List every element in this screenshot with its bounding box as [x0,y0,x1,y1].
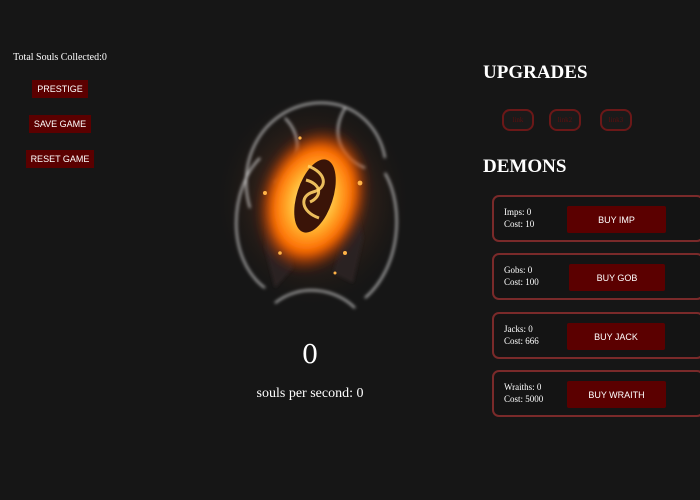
sps-value: 0 [356,386,364,401]
demon-info: Imps: 0 Cost: 10 [504,206,534,230]
demon-card-wraith: Wraiths: 0 Cost: 5000 BUY WRAITH [492,370,700,417]
demon-cost: Cost: 10 [504,219,535,229]
soul-orb-icon [213,90,413,310]
demon-cost: Cost: 100 [504,277,539,287]
buy-jack-button[interactable]: BUY JACK [567,323,665,350]
total-souls-value: 0 [101,52,107,63]
upgrade-link-2-button[interactable]: link2 [549,109,581,131]
sps-label: souls per second: [256,386,357,401]
total-souls-label: Total Souls Collected: [13,52,102,63]
demon-owned: Gobs: 0 [504,265,533,275]
soul-orb-button[interactable] [205,88,420,318]
demon-cost: Cost: 5000 [504,394,544,404]
buy-imp-button[interactable]: BUY IMP [567,206,666,233]
upgrade-link-3-button[interactable]: link3 [600,109,632,131]
total-souls-collected: Total Souls Collected:0 [13,52,107,63]
demon-owned: Jacks: 0 [504,324,533,334]
demon-owned: Imps: 0 [504,207,532,217]
demon-owned: Wraiths: 0 [504,382,542,392]
demon-card-imp: Imps: 0 Cost: 10 BUY IMP [492,195,700,242]
upgrades-row: link link2 link3 [500,109,632,131]
soul-count: 0 [301,340,319,370]
souls-per-second: souls per second: 0 [210,386,410,402]
demon-card-jack: Jacks: 0 Cost: 666 BUY JACK [492,312,700,359]
reset-game-button[interactable]: RESET GAME [25,150,95,168]
upgrades-title: UPGRADES [483,62,588,83]
demon-info: Jacks: 0 Cost: 666 [504,323,539,347]
demon-info: Wraiths: 0 Cost: 5000 [504,381,543,405]
demons-title: DEMONS [483,156,567,177]
left-panel: Total Souls Collected:0 PRESTIGE SAVE GA… [0,52,120,185]
demon-info: Gobs: 0 Cost: 100 [504,264,539,288]
demon-cost: Cost: 666 [504,336,539,346]
demon-card-gob: Gobs: 0 Cost: 100 BUY GOB [492,253,700,300]
game-page: Total Souls Collected:0 PRESTIGE SAVE GA… [0,0,700,500]
prestige-button[interactable]: PRESTIGE [32,80,88,98]
save-game-button[interactable]: SAVE GAME [28,115,92,133]
buy-wraith-button[interactable]: BUY WRAITH [567,381,666,408]
buy-gob-button[interactable]: BUY GOB [569,264,665,291]
upgrade-link-1-button[interactable]: link [502,109,534,131]
